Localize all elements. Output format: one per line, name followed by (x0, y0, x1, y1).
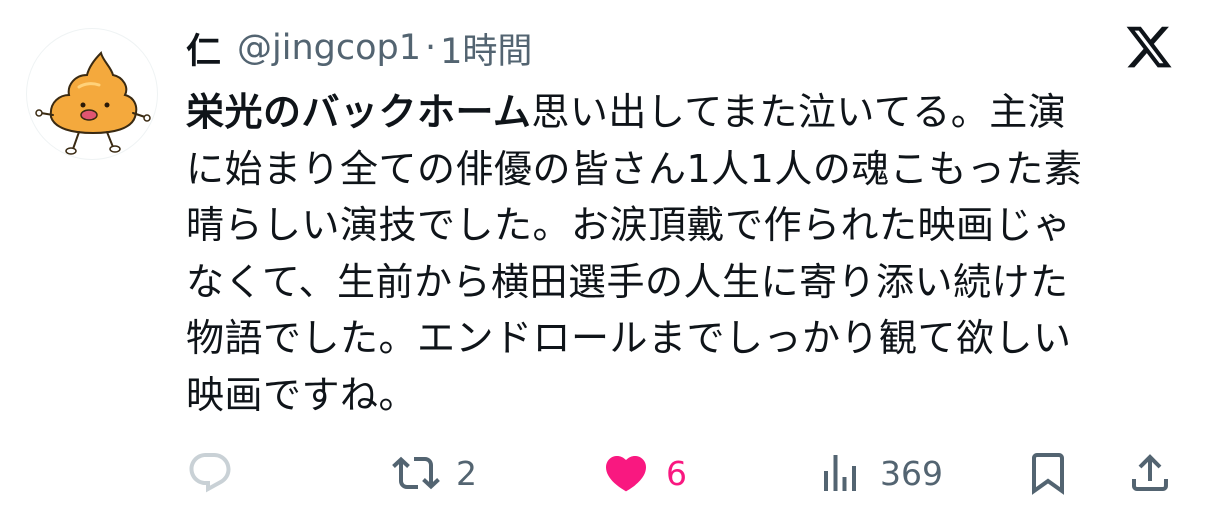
bold-title: 栄光のバックホーム (186, 90, 532, 134)
like-button[interactable]: 6 (602, 445, 687, 501)
views-button[interactable]: 369 (816, 445, 943, 501)
views-count: 369 (880, 453, 943, 493)
author-handle[interactable]: @jingcop1 (237, 28, 421, 68)
tweet-text-line-4: なくて、生前から横田選手の人生に寄り添い続けた (186, 259, 1069, 304)
tweet-text: 栄光のバックホーム思い出してまた泣いてる。主演 に始まり全ての俳優の皆さん1人1… (186, 84, 1166, 423)
reply-icon (189, 453, 231, 493)
reply-button[interactable] (186, 445, 234, 501)
tweet-text-line-5: 物語でした。エンドロールまでしっかり観て欲しい (186, 316, 1072, 360)
avatar[interactable] (26, 28, 158, 160)
retweet-count: 2 (456, 453, 477, 493)
bookmark-icon (1032, 453, 1064, 495)
views-icon (824, 455, 856, 491)
author-display-name[interactable]: 仁 (186, 23, 221, 74)
share-icon (1132, 454, 1168, 491)
bookmark-button[interactable] (1024, 445, 1072, 501)
separator-dot: · (425, 28, 437, 68)
tweet-text-line-6: 映画ですね。 (186, 372, 418, 417)
tweet-text-line-2: に始まり全ての俳優の皆さん1人1人の魂こもった素 (186, 146, 1083, 191)
like-count: 6 (666, 453, 687, 493)
tweet-header: 仁 @jingcop1 · 1時間 (186, 22, 532, 74)
line-1-rest: 思い出してまた泣いてる。主演 (531, 90, 1067, 134)
retweet-icon (392, 456, 440, 490)
post-timestamp[interactable]: 1時間 (440, 23, 532, 74)
tweet-card[interactable]: 仁 @jingcop1 · 1時間 栄光のバックホーム思い出してまた泣いてる。主… (0, 0, 1206, 519)
x-logo-icon (1124, 22, 1174, 72)
tweet-text-line-3: 晴らしい演技でした。お涙頂戴で作られた映画じゃ (186, 203, 1072, 247)
share-button[interactable] (1126, 445, 1174, 501)
poop-character-avatar-image (35, 51, 151, 155)
action-bar: 2 6 369 (186, 445, 1176, 501)
retweet-button[interactable]: 2 (392, 445, 477, 501)
heart-icon (605, 456, 647, 492)
tweet-text-line-1: 栄光のバックホーム思い出してまた泣いてる。主演 (186, 84, 1166, 141)
